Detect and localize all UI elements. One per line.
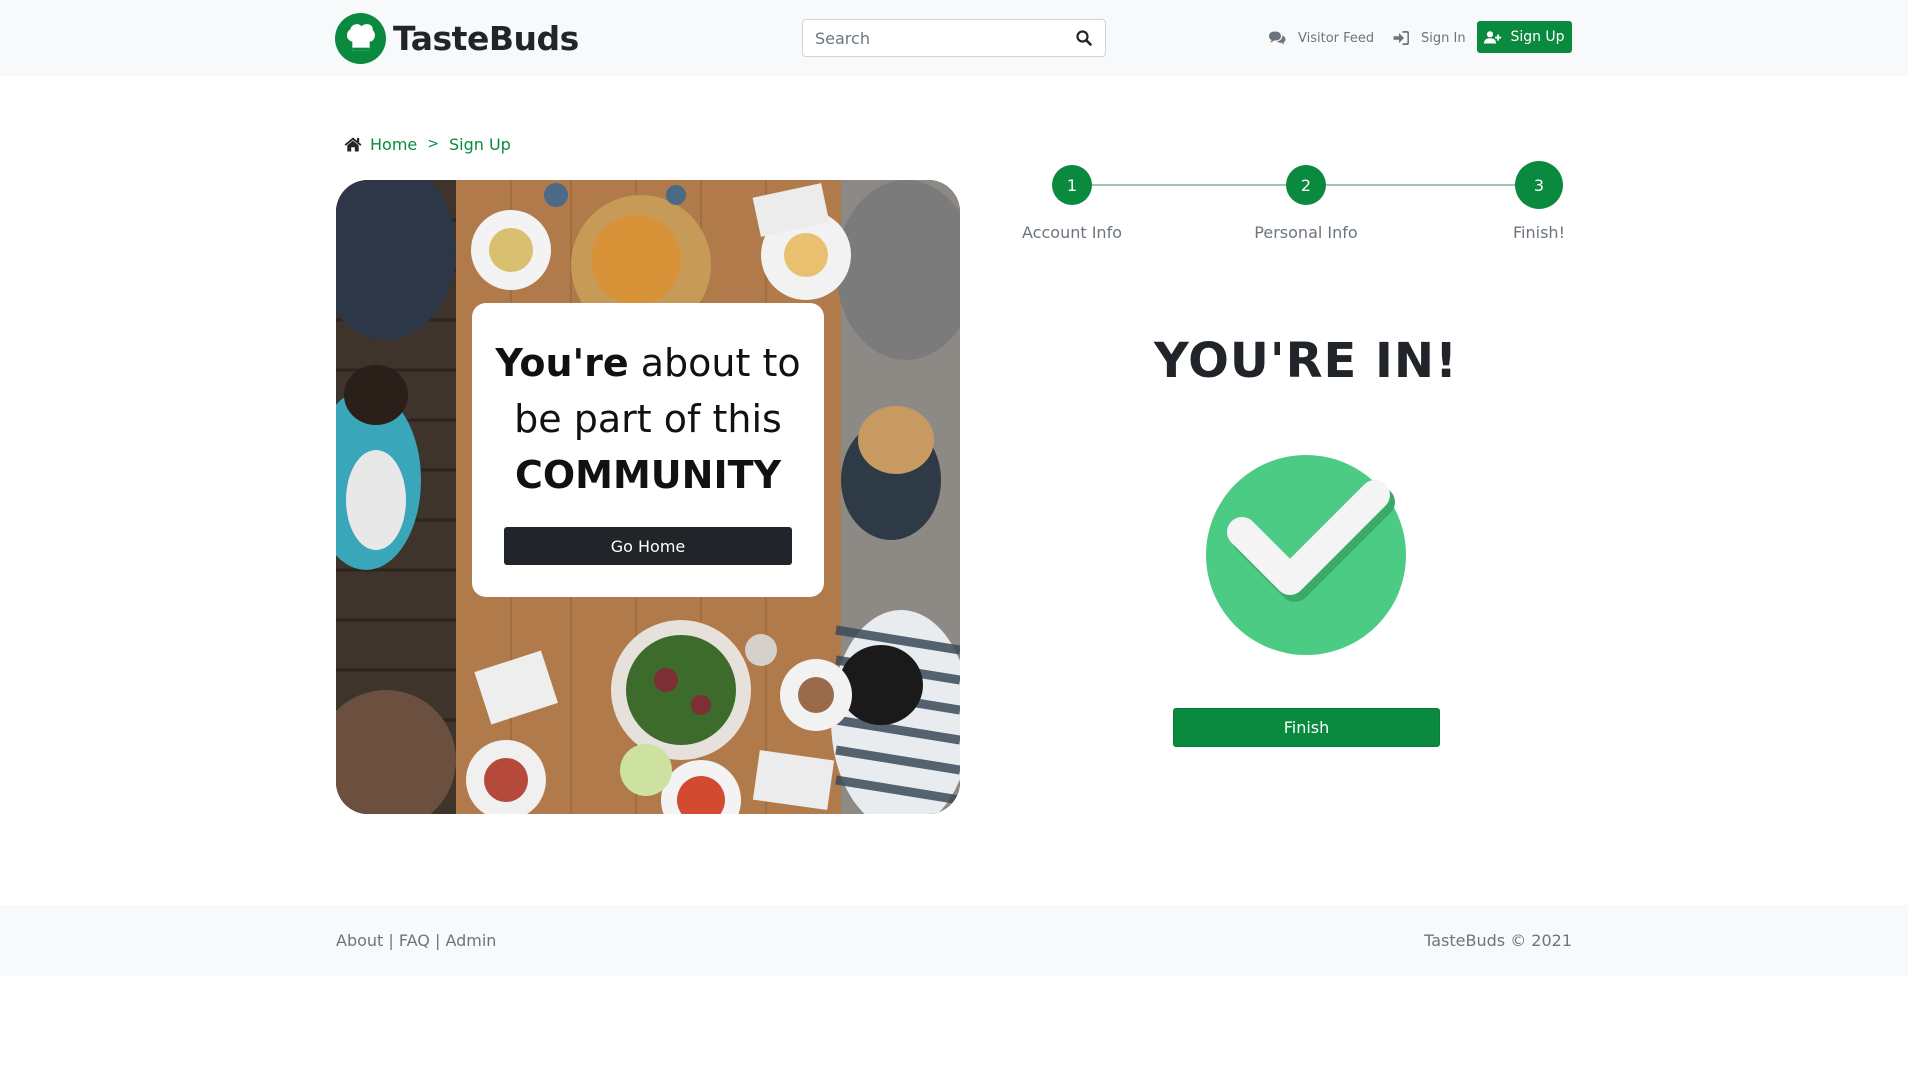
nav-sign-in-label: Sign In: [1421, 30, 1466, 46]
footer-link-admin[interactable]: Admin: [445, 931, 496, 950]
go-home-button[interactable]: Go Home: [504, 527, 792, 565]
footer: About | FAQ | Admin TasteBuds © 2021: [0, 905, 1908, 976]
community-headline: You're about to be part of this COMMUNIT…: [472, 335, 824, 503]
step-1-circle: 1: [1052, 165, 1092, 205]
success-title: YOU'RE IN!: [1154, 333, 1458, 389]
search-input[interactable]: [803, 20, 1063, 56]
search-bar: [802, 19, 1106, 57]
step-connector-2: [1325, 184, 1516, 186]
headline-line1-rest: about to: [628, 341, 801, 385]
nav-sign-in[interactable]: Sign In: [1393, 26, 1466, 50]
headline-bold-word: You're: [495, 341, 629, 385]
breadcrumb-separator: >: [427, 136, 439, 152]
footer-separator: |: [383, 931, 399, 950]
home-icon: [344, 137, 362, 151]
breadcrumb: Home > Sign Up: [344, 132, 511, 156]
nav-visitor-feed[interactable]: Visitor Feed: [1268, 26, 1374, 50]
search-button[interactable]: [1063, 20, 1105, 56]
chef-hat-icon: [335, 12, 386, 64]
navbar: TasteBuds Visitor Feed Sign In: [0, 0, 1908, 76]
step-3-label: Finish!: [1513, 223, 1565, 242]
footer-links: About | FAQ | Admin: [336, 931, 496, 950]
breadcrumb-home[interactable]: Home: [370, 135, 417, 154]
breadcrumb-sign-up[interactable]: Sign Up: [449, 135, 511, 154]
sign-up-button[interactable]: Sign Up: [1477, 21, 1572, 53]
headline-line2: be part of this: [514, 397, 782, 441]
footer-copyright: TasteBuds © 2021: [1424, 931, 1572, 950]
nav-visitor-feed-label: Visitor Feed: [1298, 30, 1375, 46]
headline-line3: COMMUNITY: [514, 453, 782, 497]
step-1-label: Account Info: [1022, 223, 1122, 242]
search-icon: [1076, 30, 1092, 46]
step-connector-1: [1091, 184, 1287, 186]
community-card: You're about to be part of this COMMUNIT…: [472, 303, 824, 597]
finish-button[interactable]: Finish: [1173, 708, 1440, 747]
sign-in-icon: [1393, 31, 1409, 45]
brand-link[interactable]: TasteBuds: [335, 12, 579, 64]
step-2-circle: 2: [1286, 165, 1326, 205]
step-3-circle: 3: [1515, 161, 1563, 209]
sign-up-label: Sign Up: [1510, 29, 1565, 45]
footer-link-faq[interactable]: FAQ: [399, 931, 430, 950]
footer-link-about[interactable]: About: [336, 931, 383, 950]
footer-separator: |: [429, 931, 446, 950]
user-plus-icon: [1484, 30, 1502, 43]
step-2-label: Personal Info: [1254, 223, 1358, 242]
brand-name: TasteBuds: [393, 18, 579, 58]
check-circle-icon: [1206, 455, 1406, 655]
comments-icon: [1269, 31, 1286, 45]
